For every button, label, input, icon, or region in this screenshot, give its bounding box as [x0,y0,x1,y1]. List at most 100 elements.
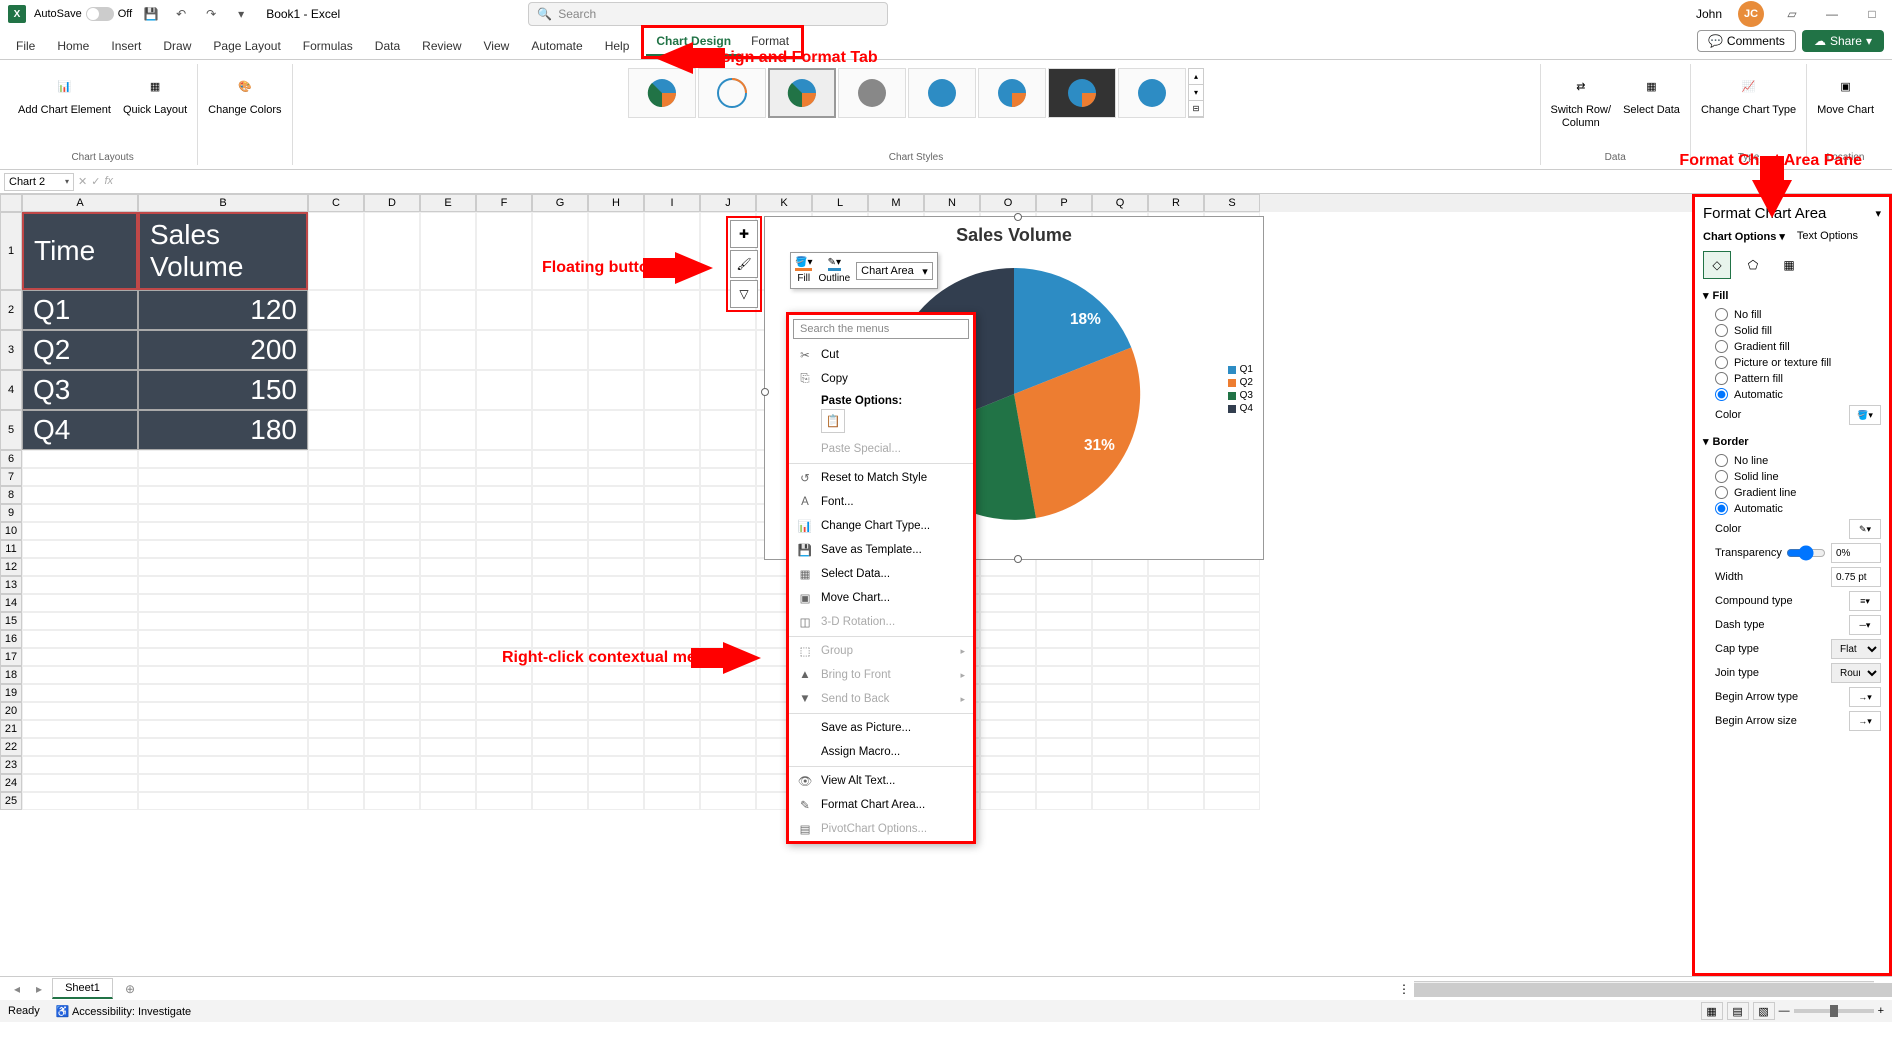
tab-data[interactable]: Data [365,33,410,59]
effects-icon[interactable]: ⬠ [1739,251,1767,279]
style-scroll[interactable]: ▴▾⊟ [1188,68,1204,118]
chart-title[interactable]: Sales Volume [765,217,1263,254]
cap-select[interactable]: Flat [1831,639,1881,659]
radio-input[interactable] [1715,324,1728,337]
row-header[interactable]: 5 [0,410,22,450]
context-item-change-chart-type[interactable]: 📊Change Chart Type... [789,514,973,538]
context-item-view-alt-text[interactable]: 👁View Alt Text... [789,769,973,793]
chart-style-8[interactable] [1118,68,1186,118]
autosave-toggle[interactable]: AutoSave Off [34,7,132,21]
row-header[interactable]: 11 [0,540,22,558]
fill-option-pattern-fill[interactable]: Pattern fill [1715,372,1881,385]
context-item-reset-to-match-style[interactable]: ↺Reset to Match Style [789,466,973,490]
chart-handle[interactable] [1014,555,1022,563]
row-header[interactable]: 24 [0,774,22,792]
comments-button[interactable]: 💬 Comments [1697,30,1796,52]
transparency-input[interactable] [1831,543,1881,563]
tab-insert[interactable]: Insert [101,33,151,59]
column-header[interactable]: K [756,194,812,212]
page-break-button[interactable]: ▧ [1753,1002,1775,1020]
row-header[interactable]: 25 [0,792,22,810]
sheet-tab[interactable]: Sheet1 [52,978,113,999]
column-header[interactable]: O [980,194,1036,212]
context-item-select-data[interactable]: ▦Select Data... [789,562,973,586]
fill-option-automatic[interactable]: Automatic [1715,388,1881,401]
radio-input[interactable] [1715,340,1728,353]
row-header[interactable]: 8 [0,486,22,504]
column-header[interactable]: E [420,194,476,212]
sheet-menu-icon[interactable]: ⋮ [1398,982,1410,996]
context-item-save-as-template[interactable]: 💾Save as Template... [789,538,973,562]
row-header[interactable]: 23 [0,756,22,774]
column-header[interactable]: M [868,194,924,212]
fill-color-dropdown[interactable]: 🪣▾ [1849,405,1881,425]
tab-help[interactable]: Help [595,33,640,59]
paste-option-button[interactable]: 📋 [821,409,845,433]
row-header[interactable]: 17 [0,648,22,666]
join-select[interactable]: Round [1831,663,1881,683]
zoom-in-button[interactable]: + [1878,1005,1884,1017]
formula-input[interactable] [117,172,1888,192]
row-header[interactable]: 4 [0,370,22,410]
radio-input[interactable] [1715,372,1728,385]
border-option-no-line[interactable]: No line [1715,454,1881,467]
radio-input[interactable] [1715,388,1728,401]
column-header[interactable]: H [588,194,644,212]
user-avatar[interactable]: JC [1738,1,1764,27]
select-data-button[interactable]: ▦ Select Data [1619,68,1684,119]
context-item-save-as-picture[interactable]: Save as Picture... [789,716,973,740]
table-cell[interactable]: Q2 [22,330,138,370]
sheet-nav-next[interactable]: ▸ [30,982,48,996]
radio-input[interactable] [1715,356,1728,369]
change-chart-type-button[interactable]: 📈 Change Chart Type [1697,68,1800,119]
column-header[interactable]: F [476,194,532,212]
border-option-solid-line[interactable]: Solid line [1715,470,1881,483]
table-cell[interactable]: 200 [138,330,308,370]
begin-arrow-size-dropdown[interactable]: →▾ [1849,711,1881,731]
radio-input[interactable] [1715,502,1728,515]
accessibility-status[interactable]: ♿ Accessibility: Investigate [56,1005,191,1018]
size-properties-icon[interactable]: ▦ [1775,251,1803,279]
fill-line-icon[interactable]: ◇ [1703,251,1731,279]
zoom-out-button[interactable]: — [1779,1005,1790,1017]
compound-dropdown[interactable]: ≡▾ [1849,591,1881,611]
width-input[interactable] [1831,567,1881,587]
row-header[interactable]: 19 [0,684,22,702]
move-chart-button[interactable]: ▣ Move Chart [1813,68,1878,119]
tab-draw[interactable]: Draw [153,33,201,59]
column-header[interactable]: D [364,194,420,212]
fx-icon[interactable]: fx [104,175,113,188]
table-header-cell[interactable]: Time [22,212,138,290]
redo-icon[interactable]: ↷ [200,3,222,25]
chevron-down-icon[interactable]: ▾ [1875,207,1881,220]
row-header[interactable]: 10 [0,522,22,540]
table-cell[interactable]: 150 [138,370,308,410]
row-header[interactable]: 7 [0,468,22,486]
name-box[interactable]: Chart 2 ▾ [4,173,74,191]
context-item-copy[interactable]: ⎘Copy [789,367,973,391]
radio-input[interactable] [1715,454,1728,467]
user-name[interactable]: John [1696,7,1722,21]
fill-option-solid-fill[interactable]: Solid fill [1715,324,1881,337]
save-icon[interactable]: 💾 [140,3,162,25]
chart-handle[interactable] [1014,213,1022,221]
row-header[interactable]: 1 [0,212,22,290]
normal-view-button[interactable]: ▦ [1701,1002,1723,1020]
column-header[interactable]: C [308,194,364,212]
row-header[interactable]: 15 [0,612,22,630]
context-item-cut[interactable]: ✂Cut [789,343,973,367]
column-header[interactable]: S [1204,194,1260,212]
column-header[interactable]: P [1036,194,1092,212]
tab-home[interactable]: Home [47,33,99,59]
tab-chart-options[interactable]: Chart Options ▾ [1703,230,1785,243]
switch-row-column-button[interactable]: ⇄ Switch Row/ Column [1547,68,1616,132]
quick-layout-button[interactable]: ▦ Quick Layout [119,68,191,119]
chart-area-selector[interactable]: Chart Area [856,262,933,280]
row-header[interactable]: 13 [0,576,22,594]
add-sheet-button[interactable]: ⊕ [117,982,143,996]
change-colors-button[interactable]: 🎨 Change Colors [204,68,285,119]
row-header[interactable]: 18 [0,666,22,684]
row-header[interactable]: 16 [0,630,22,648]
column-header[interactable]: A [22,194,138,212]
border-option-gradient-line[interactable]: Gradient line [1715,486,1881,499]
